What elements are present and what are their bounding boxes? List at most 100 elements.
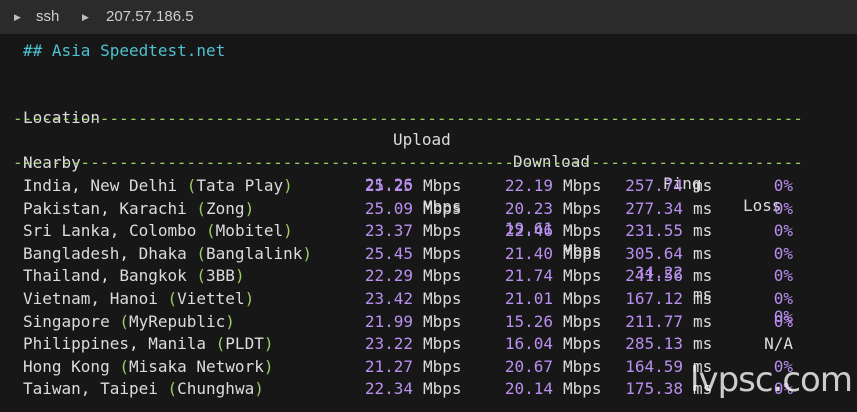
loss-value: 0% bbox=[773, 311, 793, 331]
location-city: Thailand, Bangkok bbox=[23, 266, 197, 286]
upload-unit: Mbps bbox=[423, 266, 462, 286]
paren-close: ) bbox=[263, 356, 274, 376]
location-cell: Thailand, Bangkok (3BB) bbox=[23, 265, 245, 287]
location-city: Vietnam, Hanoi bbox=[23, 289, 168, 308]
location-isp: Tata Play bbox=[196, 176, 284, 195]
upload-value: 21.27 bbox=[364, 356, 413, 376]
location-isp: Viettel bbox=[177, 289, 245, 308]
location-city: Philippines, Manila bbox=[23, 334, 216, 354]
upload-unit: Mbps bbox=[423, 198, 462, 218]
download-value: 21.40 bbox=[504, 243, 553, 263]
download-unit: Mbps bbox=[563, 243, 602, 263]
download-unit: Mbps bbox=[563, 266, 602, 286]
nearby-row: Nearby 21.26 Mbps 19.61 Mbps 34.22 ms 0% bbox=[0, 130, 857, 326]
location-cell: Sri Lanka, Colombo (Mobitel) bbox=[23, 220, 293, 242]
paren-close: ) bbox=[263, 334, 274, 354]
download-unit: Mbps bbox=[563, 379, 602, 399]
location-isp: Misaka Network bbox=[128, 356, 264, 376]
location-cell: India, New Delhi (Tata Play) bbox=[23, 175, 293, 197]
upload-value: 22.34 bbox=[364, 379, 413, 399]
download-unit: Mbps bbox=[563, 311, 602, 331]
download-value: 20.67 bbox=[504, 356, 553, 376]
download-value: 15.26 bbox=[504, 311, 553, 331]
download-value: 20.23 bbox=[504, 198, 553, 218]
upload-value: 23.22 bbox=[364, 334, 413, 354]
paren-close: ) bbox=[244, 289, 255, 308]
location-cell: Bangladesh, Dhaka (Banglalink) bbox=[23, 243, 312, 265]
chevron-right-icon: ▶ bbox=[14, 12, 21, 22]
separator-line: ----------------------------------------… bbox=[13, 153, 803, 172]
paren-open: ( bbox=[196, 198, 207, 218]
table-row: India, New Delhi (Tata Play) 25.25 Mbps 22.… bbox=[0, 175, 857, 197]
location-cell: Hong Kong (Misaka Network) bbox=[23, 356, 273, 378]
chevron-right-icon: ▶ bbox=[82, 12, 89, 22]
table-row: Thailand, Bangkok (3BB) 22.29 Mbps 21.74 Mbp… bbox=[0, 265, 857, 287]
location-isp: Chunghwa bbox=[177, 379, 255, 399]
ping-value: 257.74 bbox=[625, 176, 683, 195]
ping-value: 241.56 bbox=[625, 266, 683, 286]
paren-close: ) bbox=[234, 266, 245, 286]
upload-value: 25.45 bbox=[364, 243, 413, 263]
host-address: 207.57.186.5 bbox=[106, 8, 194, 25]
loss-value: 0% bbox=[773, 198, 793, 218]
ping-value: 231.55 bbox=[625, 221, 683, 241]
location-city: India, New Delhi bbox=[23, 176, 187, 195]
download-value: 22.19 bbox=[504, 176, 553, 195]
ping-value: 164.59 bbox=[625, 356, 683, 376]
paren-open: ( bbox=[196, 266, 207, 286]
ping-value: 277.34 bbox=[625, 198, 683, 218]
loss-value: 0% bbox=[773, 243, 793, 263]
watermark-logo: lvpsc.com bbox=[690, 360, 853, 400]
paren-open: ( bbox=[119, 311, 129, 331]
paren-close: ) bbox=[244, 198, 255, 218]
location-city: Hong Kong bbox=[23, 356, 120, 376]
paren-open: ( bbox=[215, 334, 226, 354]
paren-close: ) bbox=[283, 221, 293, 241]
download-value: 22.46 bbox=[504, 221, 553, 241]
paren-close: ) bbox=[283, 176, 293, 195]
location-isp: Zong bbox=[206, 198, 245, 218]
table-row: Philippines, Manila (PLDT) 23.22 Mbps 16.04… bbox=[0, 333, 857, 355]
download-unit: Mbps bbox=[563, 221, 602, 241]
ping-value: 211.77 bbox=[625, 311, 683, 331]
upload-value: 23.37 bbox=[364, 221, 413, 241]
location-isp: Mobitel bbox=[215, 221, 284, 241]
paren-open: ( bbox=[167, 379, 178, 399]
title-bar: ▶ ssh ▶ 207.57.186.5 bbox=[0, 0, 857, 34]
ping-unit: ms bbox=[693, 334, 713, 354]
location-isp: MyRepublic bbox=[128, 311, 226, 331]
tab-ssh[interactable]: ssh bbox=[36, 8, 59, 25]
ping-value: 167.12 bbox=[625, 289, 683, 308]
location-cell: Taiwan, Taipei (Chunghwa) bbox=[23, 378, 264, 400]
loss-value: N/A bbox=[764, 334, 793, 354]
paren-open: ( bbox=[186, 176, 197, 195]
upload-value: 23.42 bbox=[364, 289, 413, 308]
ping-unit: ms bbox=[693, 289, 713, 308]
upload-value: 21.99 bbox=[364, 311, 413, 331]
table-row: Pakistan, Karachi (Zong) 25.09 Mbps 20.23 Mb… bbox=[0, 198, 857, 220]
location-city: Bangladesh, Dhaka bbox=[23, 243, 197, 263]
upload-unit: Mbps bbox=[423, 379, 462, 399]
location-cell: Pakistan, Karachi (Zong) bbox=[23, 198, 254, 220]
paren-close: ) bbox=[254, 379, 264, 399]
paren-open: ( bbox=[119, 356, 129, 376]
paren-open: ( bbox=[167, 289, 178, 308]
paren-close: ) bbox=[302, 243, 312, 263]
terminal-output[interactable]: ## Asia Speedtest.net Location Upload Do… bbox=[0, 34, 857, 412]
upload-value: 22.29 bbox=[364, 266, 413, 286]
ping-unit: ms bbox=[693, 311, 713, 331]
section-heading: ## Asia Speedtest.net bbox=[23, 41, 226, 60]
ping-unit: ms bbox=[693, 221, 713, 241]
column-header-row: Location Upload Download Ping Loss bbox=[0, 85, 857, 215]
table-row: Sri Lanka, Colombo (Mobitel) 23.37 Mbps 22.… bbox=[0, 220, 857, 242]
upload-unit: Mbps bbox=[423, 221, 462, 241]
upload-unit: Mbps bbox=[423, 176, 462, 195]
upload-unit: Mbps bbox=[423, 334, 462, 354]
loss-value: 0% bbox=[773, 266, 793, 286]
ping-unit: ms bbox=[693, 266, 713, 286]
ping-unit: ms bbox=[693, 176, 713, 195]
ping-unit: ms bbox=[693, 243, 713, 263]
ping-value: 175.38 bbox=[625, 379, 683, 399]
paren-close: ) bbox=[225, 311, 235, 331]
download-unit: Mbps bbox=[563, 356, 602, 376]
